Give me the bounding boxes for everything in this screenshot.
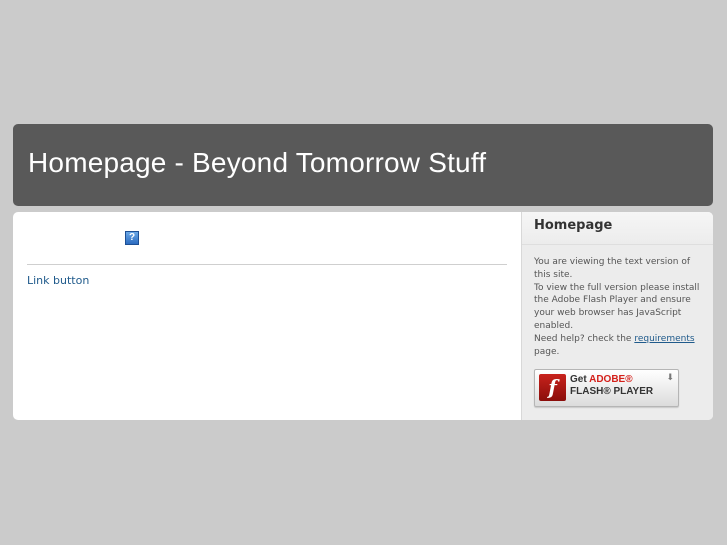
- divider: [27, 264, 507, 265]
- adobe-brand-label: ADOBE®: [589, 374, 633, 385]
- main-column: ? Link button: [13, 212, 521, 420]
- sidebar-header: Homepage: [522, 212, 713, 245]
- sidebar: Homepage You are viewing the text versio…: [521, 212, 713, 420]
- flash-player-label: FLASH® PLAYER: [570, 386, 654, 397]
- page-title: Homepage - Beyond Tomorrow Stuff: [28, 147, 487, 178]
- text-version-notice: You are viewing the text version of this…: [534, 257, 691, 280]
- help-prefix: Need help? check the: [534, 333, 632, 344]
- site-header: Homepage - Beyond Tomorrow Stuff: [13, 124, 713, 206]
- download-arrow-icon: ⬇: [666, 372, 674, 382]
- flash-logo-icon: f: [539, 374, 566, 401]
- content-panel: ? Link button Homepage You are viewing t…: [13, 212, 713, 420]
- help-icon[interactable]: ?: [125, 231, 139, 245]
- sidebar-message: You are viewing the text version of this…: [534, 256, 704, 358]
- flash-logo-glyph: f: [548, 375, 557, 399]
- help-suffix: page.: [534, 346, 560, 357]
- sidebar-title: Homepage: [534, 218, 613, 233]
- flash-get-label: Get: [570, 374, 587, 385]
- help-notice: Need help? check the requirements page.: [534, 333, 704, 359]
- flash-install-notice: To view the full version please install …: [534, 282, 700, 331]
- requirements-link[interactable]: requirements: [634, 334, 694, 344]
- flash-badge-line1: Get ADOBE®: [570, 374, 633, 385]
- get-flash-player-button[interactable]: f Get ADOBE® FLASH® PLAYER ⬇: [534, 369, 679, 407]
- link-button[interactable]: Link button: [27, 274, 89, 287]
